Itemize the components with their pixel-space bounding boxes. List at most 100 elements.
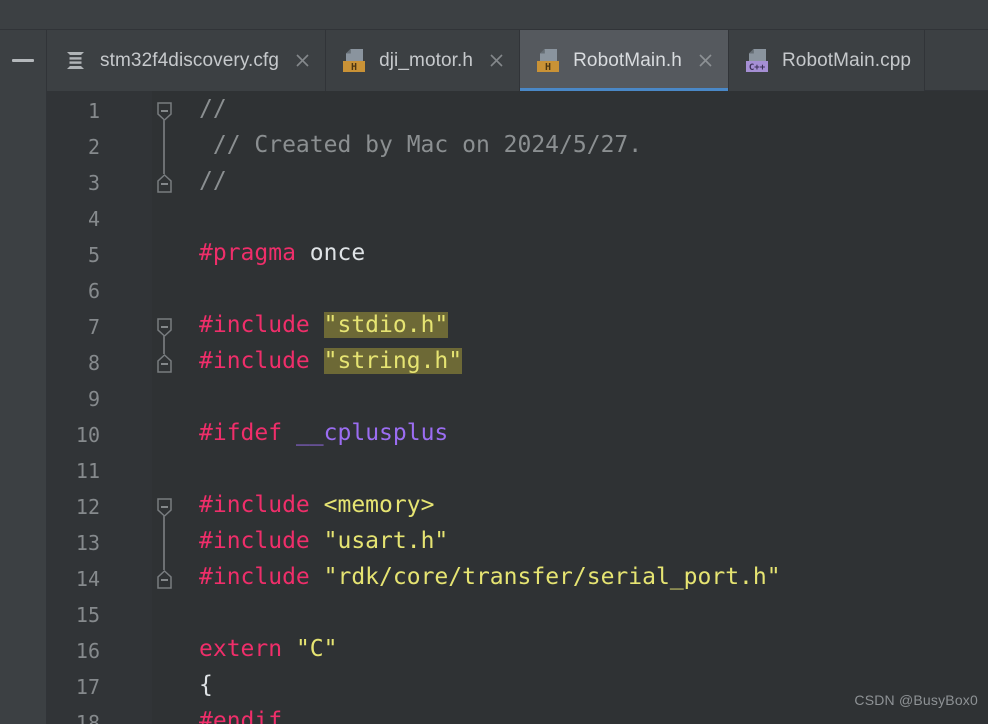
code-token-comment: // (199, 168, 227, 194)
code-token-string: "C" (295, 636, 338, 662)
svg-text:H: H (545, 62, 551, 73)
svg-text:H: H (351, 62, 357, 73)
code-token-hl: "stdio.h" (323, 312, 449, 338)
code-token-comment: // Created by Mac on 2024/5/27. (199, 132, 643, 158)
fold-collapse-icon[interactable] (155, 353, 174, 375)
code-token-plain: { (199, 672, 213, 698)
line-number: 3 (87, 171, 100, 195)
code-line[interactable]: #pragma once (177, 235, 988, 271)
editor-tab-stm32f4discovery-cfg[interactable]: stm32f4discovery.cfg (47, 30, 327, 91)
editor-tab-robotmain-h[interactable]: H RobotMain.h (520, 30, 729, 91)
code-line[interactable]: extern "C" (177, 631, 988, 667)
line-number-gutter: 1 2 3 4 5 6 7 8 9 10 11 12 13 14 15 16 17 18 (47, 91, 152, 724)
line-number: 8 (87, 351, 100, 375)
cpp-file-icon: C++ (745, 48, 770, 73)
code-token-pre: #ifdef (199, 420, 283, 446)
code-token-plain: once (295, 240, 366, 266)
code-token-string: <memory> (323, 492, 435, 518)
code-token-pre: #include (199, 492, 310, 518)
code-token-pre: #include (199, 564, 310, 590)
fold-collapse-icon[interactable] (155, 100, 174, 122)
code-token-string: "rdk/core/transfer/serial_port.h" (323, 564, 781, 590)
line-number: 6 (87, 279, 100, 303)
svg-text:C++: C++ (749, 63, 766, 73)
code-line[interactable]: #endif (177, 703, 988, 724)
fold-collapse-icon[interactable] (155, 316, 174, 338)
line-number: 11 (75, 459, 100, 483)
line-number: 2 (87, 135, 100, 159)
code-line[interactable]: #include "stdio.h" (177, 307, 988, 343)
fold-collapse-icon[interactable] (155, 496, 174, 518)
fold-collapse-icon[interactable] (155, 569, 174, 591)
code-line[interactable]: #include "rdk/core/transfer/serial_port.… (177, 559, 988, 595)
code-line[interactable]: #include <memory> (177, 487, 988, 523)
editor-tab-label: stm32f4discovery.cfg (100, 49, 280, 71)
line-number: 16 (75, 639, 100, 663)
code-line[interactable]: // Created by Mac on 2024/5/27. (177, 127, 988, 163)
line-number: 15 (75, 603, 100, 627)
ide-window: stm32f4discovery.cfg Hdji_motor.h H RobotMa… (0, 0, 988, 724)
close-icon[interactable] (696, 51, 715, 70)
code-token-comment: // (199, 96, 227, 122)
header-file-icon: H (342, 48, 367, 73)
line-number: 7 (87, 315, 100, 339)
code-line[interactable] (177, 271, 988, 307)
code-line[interactable] (177, 451, 988, 487)
code-line[interactable] (177, 595, 988, 631)
close-icon[interactable] (293, 51, 312, 70)
line-number: 9 (87, 387, 100, 411)
cfg-file-icon (63, 48, 88, 73)
close-icon[interactable] (487, 51, 506, 70)
line-number: 4 (87, 207, 100, 231)
code-token-pre: extern (199, 636, 283, 662)
code-content[interactable]: // // Created by Mac on 2024/5/27. // #pr… (177, 91, 988, 724)
code-fold-gutter[interactable] (152, 91, 177, 724)
line-number: 10 (75, 423, 100, 447)
code-token-pre: #include (199, 528, 310, 554)
header-file-icon: H (536, 48, 561, 73)
line-number: 18 (75, 711, 100, 724)
fold-connector (163, 521, 165, 561)
code-token-pre: #include (199, 348, 310, 374)
code-line[interactable]: // (177, 91, 988, 127)
line-number: 13 (75, 531, 100, 555)
fold-collapse-icon[interactable] (155, 173, 174, 195)
line-number: 5 (87, 243, 100, 267)
editor-tab-label: RobotMain.cpp (781, 49, 912, 71)
line-number: 17 (75, 675, 100, 699)
code-line[interactable] (177, 199, 988, 235)
editor-tab-dji-motor-h[interactable]: Hdji_motor.h (326, 30, 521, 91)
minimize-icon[interactable] (0, 30, 46, 91)
line-number: 1 (87, 99, 100, 123)
editor-tab-label: dji_motor.h (379, 49, 474, 71)
code-line[interactable]: // (177, 163, 988, 199)
editor-tab-robotmain-cpp[interactable]: C++ RobotMain.cpp (728, 30, 926, 91)
code-token-pre: #pragma (199, 240, 296, 266)
code-editor[interactable]: 1 2 3 4 5 6 7 8 9 10 11 12 13 14 15 16 17 18 // // Create… (47, 91, 988, 724)
code-token-pre: #include (199, 312, 310, 338)
code-line[interactable]: #include "usart.h" (177, 523, 988, 559)
code-token-string: "usart.h" (323, 528, 449, 554)
line-number: 14 (75, 567, 100, 591)
window-title-strip (0, 0, 988, 30)
code-token-macro: __cplusplus (295, 420, 449, 446)
code-line[interactable]: { (177, 667, 988, 703)
code-token-hl: "string.h" (323, 348, 463, 374)
code-token-pre: #endif (199, 708, 283, 724)
fold-connector (163, 125, 165, 165)
code-line[interactable]: #ifdef __cplusplus (177, 415, 988, 451)
editor-tab-label: RobotMain.h (573, 49, 682, 71)
minimize-bar (12, 59, 34, 62)
code-line[interactable] (177, 379, 988, 415)
line-number: 12 (75, 495, 100, 519)
code-line[interactable]: #include "string.h" (177, 343, 988, 379)
editor-tab-bar: stm32f4discovery.cfg Hdji_motor.h H RobotMa… (47, 30, 988, 91)
left-rail (0, 30, 47, 724)
